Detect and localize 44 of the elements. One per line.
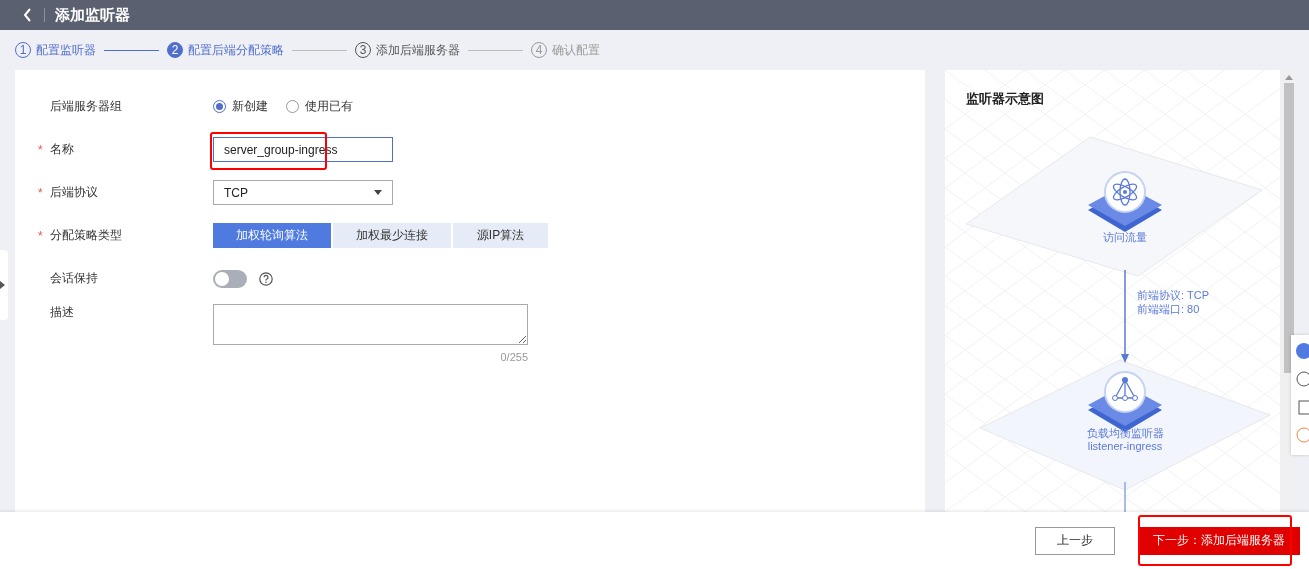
- field-label: 描述: [50, 304, 74, 321]
- smiley-icon[interactable]: [1295, 427, 1309, 443]
- step-label: 添加后端服务器: [376, 41, 460, 59]
- collapse-handle[interactable]: [0, 250, 8, 320]
- atom-platform-icon: [1088, 171, 1162, 232]
- required-mark: *: [38, 142, 43, 157]
- edit-icon[interactable]: [1295, 399, 1309, 415]
- field-label: 后端协议: [50, 184, 98, 201]
- required-mark: *: [38, 185, 43, 200]
- step-number: 2: [167, 42, 183, 58]
- link-label: 前端协议: TCP: [1137, 288, 1210, 303]
- description-field[interactable]: [213, 304, 528, 345]
- toggle-switch[interactable]: [213, 269, 247, 288]
- step-label: 配置后端分配策略: [188, 41, 284, 59]
- radio-option[interactable]: 使用已有: [286, 98, 353, 115]
- previous-button[interactable]: 上一步: [1035, 526, 1115, 555]
- chat-icon[interactable]: [1295, 343, 1309, 359]
- node-name: listener-ingress: [1086, 440, 1164, 452]
- required-mark: *: [38, 228, 43, 243]
- char-counter: 0/255: [499, 351, 528, 363]
- node-label: 负载均衡监听器: [1085, 426, 1165, 441]
- field-label: 后端服务器组: [50, 98, 122, 115]
- radio-option[interactable]: 新创建: [213, 98, 268, 115]
- strategy-tab[interactable]: 加权轮询算法: [213, 223, 331, 248]
- strategy-tab[interactable]: 加权最少连接: [333, 223, 451, 248]
- help-icon[interactable]: [259, 271, 273, 286]
- next-button[interactable]: 下一步：添加后端服务器: [1138, 526, 1300, 555]
- node-label: 访问流量: [1102, 230, 1148, 245]
- field-label: 会话保持: [50, 270, 98, 287]
- caret-icon: [374, 190, 382, 195]
- back-icon[interactable]: [22, 8, 34, 22]
- scroll-up-icon[interactable]: [1285, 74, 1293, 80]
- protocol-select[interactable]: TCP: [213, 180, 393, 205]
- step-label: 确认配置: [552, 41, 600, 59]
- scrollbar[interactable]: [1282, 70, 1296, 512]
- strategy-tab[interactable]: 源IP算法: [453, 223, 548, 248]
- link-label: 前端端口: 80: [1137, 302, 1200, 317]
- field-label: 分配策略类型: [50, 227, 122, 244]
- page-title: 添加监听器: [55, 5, 130, 25]
- help-icon[interactable]: [1295, 371, 1309, 387]
- connector-line: [1124, 481, 1126, 512]
- field-label: 名称: [50, 141, 74, 158]
- diagram-title: 监听器示意图: [966, 90, 1044, 108]
- step-label: 配置监听器: [36, 41, 96, 59]
